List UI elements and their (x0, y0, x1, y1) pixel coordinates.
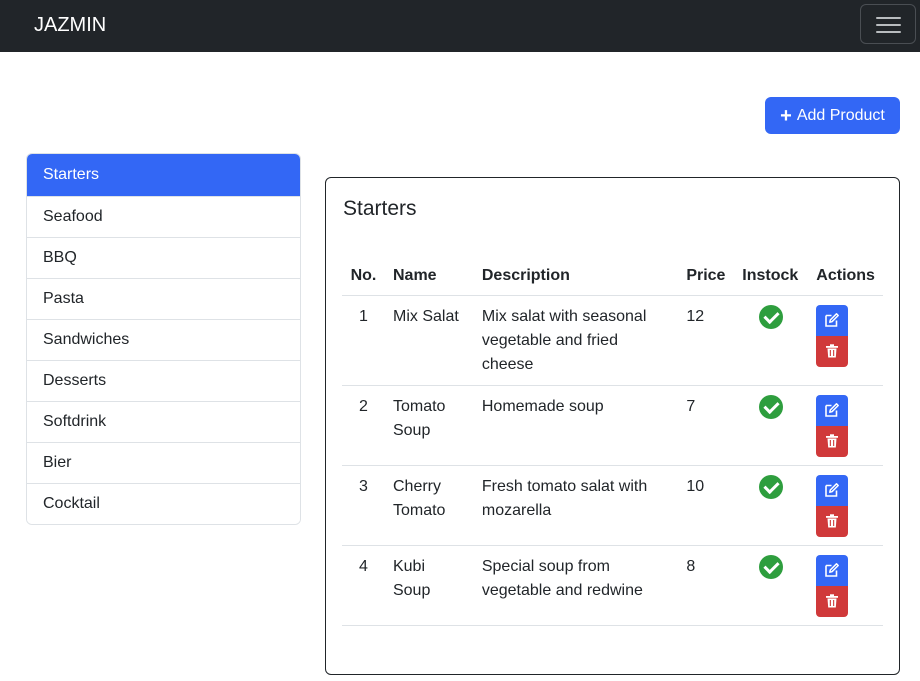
header-name: Name (384, 258, 474, 296)
row-name: Cherry Tomato (384, 465, 474, 546)
row-actions (808, 295, 883, 386)
row-description: Fresh tomato salat with mozarella (473, 465, 679, 546)
header-no: No. (342, 258, 385, 296)
edit-button[interactable] (816, 554, 849, 586)
check-circle-icon (759, 304, 784, 329)
edit-icon (825, 312, 840, 327)
table-row: 4 Kubi Soup Special soup from vegetable … (342, 545, 883, 626)
category-item-pasta[interactable]: Pasta (27, 278, 300, 319)
panel-title: Starters (343, 197, 417, 220)
row-instock (734, 385, 809, 466)
category-item-cocktail[interactable]: Cocktail (27, 483, 300, 524)
add-product-button[interactable]: + Add Product (765, 97, 900, 134)
category-item-starters[interactable]: Starters (27, 154, 300, 196)
edit-button[interactable] (816, 394, 849, 426)
row-price: 7 (678, 385, 735, 466)
trash-icon (826, 513, 839, 527)
header-description: Description (473, 258, 679, 296)
row-instock (734, 545, 809, 626)
add-product-label: Add Product (796, 106, 885, 124)
table-header-row: No. Name Description Price Instock Actio… (342, 258, 883, 296)
table-row: 2 Tomato Soup Homemade soup 7 (342, 385, 883, 466)
plus-icon: + (780, 104, 792, 127)
table-row: 1 Mix Salat Mix salat with seasonal vege… (342, 295, 883, 386)
row-actions (808, 385, 883, 466)
edit-icon (825, 482, 840, 497)
products-card: Starters No. Name Description Price Inst… (325, 177, 900, 675)
row-no: 1 (342, 295, 385, 386)
category-item-bier[interactable]: Bier (27, 442, 300, 483)
check-circle-icon (759, 394, 784, 419)
edit-button[interactable] (816, 304, 849, 336)
delete-button[interactable] (816, 425, 849, 457)
header-price: Price (678, 258, 735, 296)
row-actions (808, 545, 883, 626)
check-circle-icon (759, 474, 784, 499)
hamburger-icon (876, 17, 901, 19)
header-actions: Actions (808, 258, 883, 296)
category-list: Starters Seafood BBQ Pasta Sandwiches De… (26, 153, 301, 525)
row-no: 2 (342, 385, 385, 466)
products-table: No. Name Description Price Instock Actio… (342, 258, 883, 626)
row-description: Mix salat with seasonal vegetable and fr… (473, 295, 679, 386)
trash-icon (826, 343, 839, 357)
row-price: 12 (678, 295, 735, 386)
category-item-softdrink[interactable]: Softdrink (27, 401, 300, 442)
row-actions (808, 465, 883, 546)
row-instock (734, 295, 809, 386)
category-item-seafood[interactable]: Seafood (27, 196, 300, 237)
category-item-bbq[interactable]: BBQ (27, 237, 300, 278)
delete-button[interactable] (816, 335, 849, 367)
trash-icon (826, 433, 839, 447)
hamburger-icon-bar (876, 31, 901, 33)
table-row: 3 Cherry Tomato Fresh tomato salat with … (342, 465, 883, 546)
row-no: 4 (342, 545, 385, 626)
edit-button[interactable] (816, 474, 849, 506)
row-no: 3 (342, 465, 385, 546)
header-instock: Instock (734, 258, 809, 296)
row-name: Kubi Soup (384, 545, 474, 626)
top-navbar: JAZMIN (0, 0, 920, 52)
edit-icon (825, 562, 840, 577)
menu-toggle-button[interactable] (860, 4, 916, 44)
trash-icon (826, 593, 839, 607)
delete-button[interactable] (816, 585, 849, 617)
category-item-sandwiches[interactable]: Sandwiches (27, 319, 300, 360)
row-name: Tomato Soup (384, 385, 474, 466)
row-instock (734, 465, 809, 546)
hamburger-icon-bar (876, 24, 901, 26)
row-price: 10 (678, 465, 735, 546)
edit-icon (825, 402, 840, 417)
row-price: 8 (678, 545, 735, 626)
brand-logo[interactable]: JAZMIN (34, 13, 106, 37)
delete-button[interactable] (816, 505, 849, 537)
check-circle-icon (759, 554, 784, 579)
row-name: Mix Salat (384, 295, 474, 386)
row-description: Special soup from vegetable and redwine (473, 545, 679, 626)
row-description: Homemade soup (473, 385, 679, 466)
category-item-desserts[interactable]: Desserts (27, 360, 300, 401)
